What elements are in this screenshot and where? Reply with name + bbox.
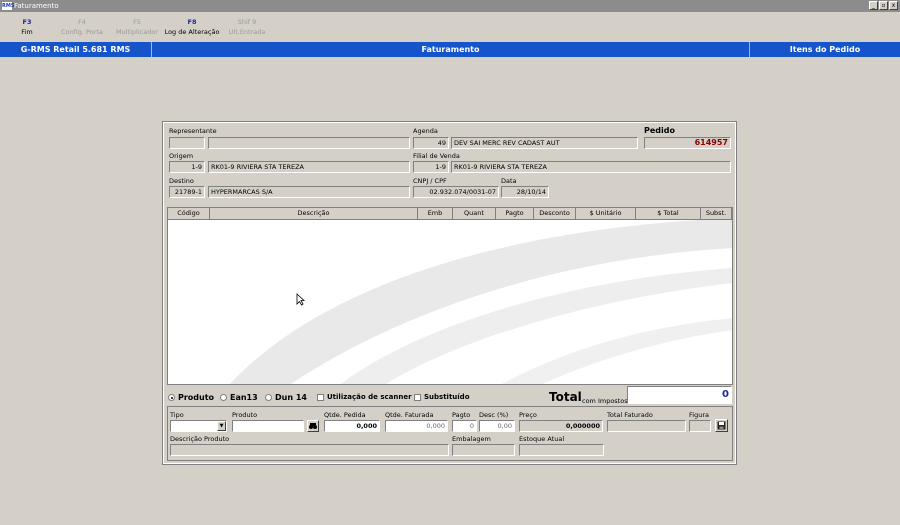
toolbar-f8-button[interactable]: F8 Log de Alteração xyxy=(164,17,220,37)
destino-code-field[interactable]: 21789-1 xyxy=(169,186,205,198)
col-desconto[interactable]: Desconto xyxy=(534,208,576,220)
agenda-code-field[interactable]: 49 xyxy=(413,137,449,149)
items-panel-title: Itens do Pedido xyxy=(749,42,900,57)
pagto-label: Pagto xyxy=(452,411,471,419)
representante-name-field xyxy=(208,137,410,149)
item-entry-area: Tipo ▼ Produto Qtde. Pedida 0,000 Qtde. … xyxy=(167,406,733,461)
grid-header: Código Descrição Emb Quant Pagto Descont… xyxy=(168,208,732,220)
col-codigo[interactable]: Código xyxy=(168,208,210,220)
toolbar-f4-button[interactable]: F4 Config. Porta xyxy=(58,17,106,37)
total-subtitle: com Impostos xyxy=(582,397,628,405)
origem-label: Origem xyxy=(169,152,194,160)
save-icon[interactable] xyxy=(715,419,728,432)
items-grid[interactable]: Código Descrição Emb Quant Pagto Descont… xyxy=(167,207,733,385)
descricao-produto-field xyxy=(170,444,449,456)
col-descricao[interactable]: Descrição xyxy=(210,208,418,220)
scanner-checkbox[interactable] xyxy=(317,394,324,401)
cnpj-label: CNPJ / CPF xyxy=(413,177,447,185)
pedido-number-field[interactable]: 614957 xyxy=(644,137,731,149)
agenda-label: Agenda xyxy=(413,127,438,135)
tipo-label: Tipo xyxy=(170,411,184,419)
figura-field xyxy=(689,420,711,432)
desc-input[interactable]: 0,00 xyxy=(479,420,515,432)
filial-code-field[interactable]: 1-9 xyxy=(413,161,449,173)
agenda-desc-field: DEV SAI MERC REV CADAST AUT xyxy=(451,137,638,149)
close-icon[interactable]: x xyxy=(889,1,898,10)
preco-field: 0,000000 xyxy=(519,420,603,432)
qtde-pedida-input[interactable]: 0,000 xyxy=(324,420,380,432)
estoque-label: Estoque Atual xyxy=(519,435,565,443)
destino-label: Destino xyxy=(169,177,194,185)
descricao-produto-label: Descrição Produto xyxy=(170,435,230,443)
order-panel: Representante Agenda 49 DEV SAI MERC REV… xyxy=(162,121,737,465)
scanner-option-label: Utilização de scanner xyxy=(327,393,412,401)
total-faturado-label: Total Faturado xyxy=(607,411,653,419)
pagto-input[interactable]: 0 xyxy=(452,420,477,432)
qtde-faturada-label: Qtde. Faturada xyxy=(385,411,434,419)
qtde-faturada-input[interactable]: 0,000 xyxy=(385,420,448,432)
toolbar-f3-button[interactable]: F3 Fim xyxy=(14,17,40,37)
estoque-field xyxy=(519,444,604,456)
data-label: Data xyxy=(501,177,517,185)
ean13-radio[interactable] xyxy=(220,394,227,401)
binoculars-icon[interactable] xyxy=(307,420,319,432)
destino-name-field: HYPERMARCAS S/A xyxy=(208,186,410,198)
col-emb[interactable]: Emb xyxy=(418,208,453,220)
col-pagto[interactable]: Pagto xyxy=(496,208,534,220)
maximize-icon[interactable]: ▫ xyxy=(879,1,888,10)
total-label: Total xyxy=(549,390,582,404)
produto-option-label: Produto xyxy=(178,393,215,402)
app-version-label: G-RMS Retail 5.681 RMS xyxy=(20,45,131,54)
origem-name-field: RK01-9 RIVIERA STA TEREZA xyxy=(208,161,410,173)
watermark-swoosh xyxy=(229,218,732,384)
toolbar-f5-button[interactable]: F5 Multiplicador xyxy=(114,17,160,37)
ean13-option-label: Ean13 xyxy=(230,393,258,402)
col-subst[interactable]: Subst. xyxy=(701,208,732,220)
representante-code-field[interactable] xyxy=(169,137,205,149)
title-bar: RMS Faturamento _ ▫ x xyxy=(0,0,900,12)
preco-label: Preço xyxy=(519,411,537,419)
substituido-checkbox[interactable] xyxy=(414,394,421,401)
function-key-toolbar: F3 Fim F4 Config. Porta F5 Multiplicador F8… xyxy=(0,13,900,41)
col-total[interactable]: $ Total xyxy=(636,208,701,220)
figura-label: Figura xyxy=(689,411,709,419)
data-field: 28/10/14 xyxy=(501,186,549,198)
window-title: Faturamento xyxy=(14,2,59,10)
total-value-field: 0 xyxy=(627,386,732,404)
window-controls: _ ▫ x xyxy=(869,1,898,10)
dun14-radio[interactable] xyxy=(265,394,272,401)
embalagem-label: Embalagem xyxy=(452,435,491,443)
toolbar-shift9-button[interactable]: Shif 9 Ult.Entrada xyxy=(226,17,268,37)
substituido-option-label: Substituído xyxy=(424,393,470,401)
qtde-pedida-label: Qtde. Pedida xyxy=(324,411,366,419)
embalagem-field xyxy=(452,444,515,456)
chevron-down-icon[interactable]: ▼ xyxy=(217,421,226,431)
filial-name-field: RK01-9 RIVIERA STA TEREZA xyxy=(451,161,731,173)
desc-label: Desc (%) xyxy=(479,411,509,419)
module-header-bar: G-RMS Retail 5.681 RMS Faturamento Itens… xyxy=(0,42,900,57)
origem-code-field[interactable]: 1-9 xyxy=(169,161,205,173)
cnpj-field: 02.932.074/0031-07 xyxy=(413,186,499,198)
representante-label: Representante xyxy=(169,127,217,135)
col-unitario[interactable]: $ Unitário xyxy=(576,208,636,220)
pedido-label: Pedido xyxy=(644,126,675,135)
module-title: Faturamento xyxy=(151,42,749,57)
total-faturado-field xyxy=(607,420,686,432)
dun14-option-label: Dun 14 xyxy=(275,393,307,402)
produto-radio[interactable] xyxy=(168,394,175,401)
produto-label: Produto xyxy=(232,411,258,419)
app-icon: RMS xyxy=(2,2,15,10)
produto-input[interactable] xyxy=(232,420,304,432)
mouse-cursor-icon xyxy=(296,293,305,306)
filial-label: Filial de Venda xyxy=(413,152,460,160)
minimize-icon[interactable]: _ xyxy=(869,1,878,10)
col-quant[interactable]: Quant xyxy=(453,208,496,220)
